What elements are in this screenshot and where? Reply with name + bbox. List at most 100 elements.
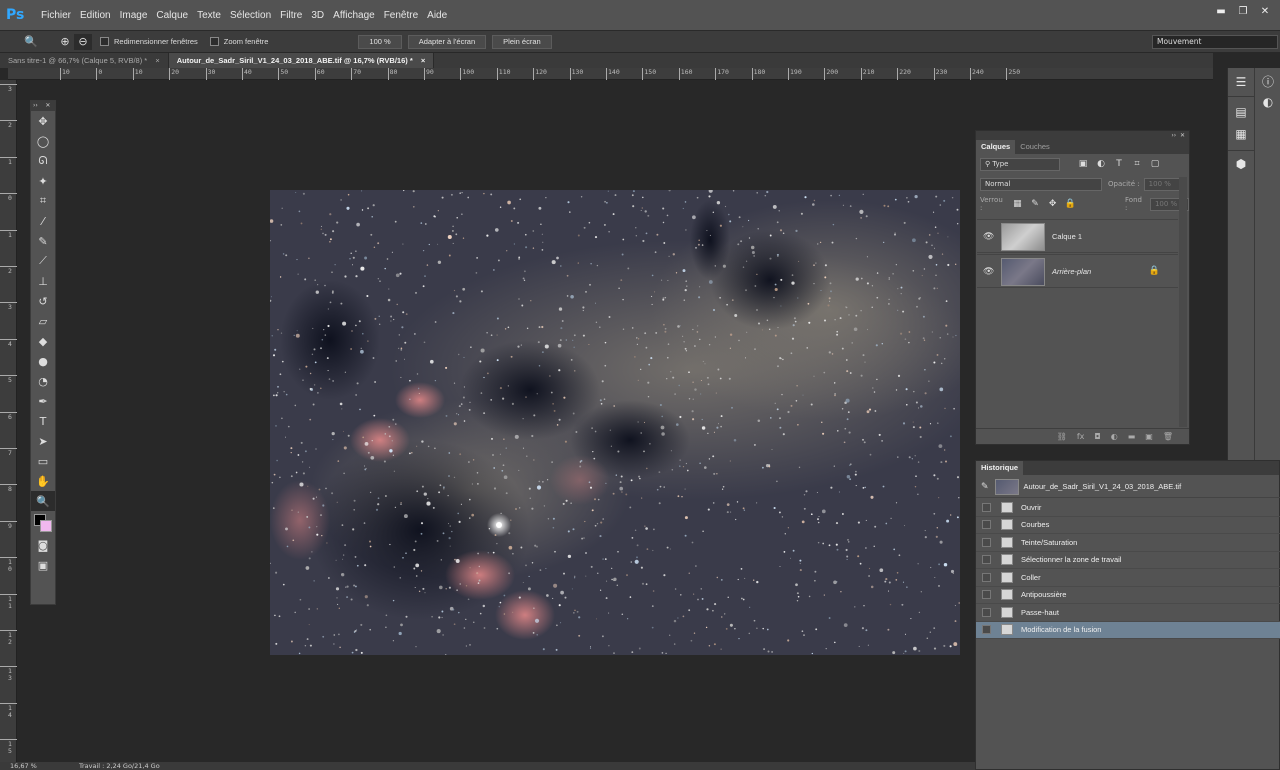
zoom-windows-checkbox[interactable] <box>209 37 219 46</box>
fit-screen-button[interactable]: Adapter à l'écran <box>407 34 487 49</box>
path-select-icon[interactable]: ➤ <box>31 431 55 451</box>
opacity-input[interactable]: 100 % <box>1143 177 1184 191</box>
full-screen-button[interactable]: Plein écran <box>492 34 552 49</box>
menu-affichage[interactable]: Affichage <box>333 10 375 21</box>
history-checkbox[interactable] <box>982 625 991 635</box>
tab-couches[interactable]: Couches <box>1015 140 1055 154</box>
tab-calques[interactable]: Calques <box>976 140 1016 154</box>
menu-fenetre[interactable]: Fenêtre <box>384 10 418 21</box>
history-checkbox[interactable] <box>982 555 991 565</box>
properties-icon[interactable]: ☰ <box>1231 72 1251 92</box>
zoom-tool-preset-icon[interactable]: 🔍 <box>22 34 40 50</box>
move-icon[interactable]: ✥ <box>31 111 55 131</box>
stamp-icon[interactable]: ⊥ <box>31 271 55 291</box>
history-step-antipoussiere[interactable]: Antipoussière <box>976 587 1280 604</box>
history-step-teinte[interactable]: Teinte/Saturation <box>976 534 1280 552</box>
info-icon[interactable]: ⓘ <box>1258 72 1278 92</box>
tab-sans-titre[interactable]: Sans titre-1 @ 66,7% (Calque 5, RVB/8) *… <box>0 53 169 68</box>
crop-icon[interactable]: ⌗ <box>31 191 55 211</box>
tab-close-icon[interactable]: × <box>155 56 159 65</box>
blend-mode-select[interactable]: Normal <box>980 177 1102 191</box>
menu-edition[interactable]: Edition <box>80 10 111 21</box>
history-checkbox[interactable] <box>982 537 991 547</box>
zoom-in-icon[interactable]: ⊕ <box>56 34 74 50</box>
history-step-courbes[interactable]: Courbes <box>976 517 1280 534</box>
menu-texte[interactable]: Texte <box>197 10 221 21</box>
zoom-100-button[interactable]: 100 % <box>358 34 402 49</box>
lock-transparent-icon[interactable]: ▦ <box>1011 198 1025 210</box>
resize-windows-checkbox[interactable] <box>100 37 109 46</box>
visibility-eye-icon[interactable]: 👁 <box>983 232 994 242</box>
menu-calque[interactable]: Calque <box>156 10 188 21</box>
status-info[interactable]: Travail : 2,24 Go/21,4 Go <box>79 762 160 770</box>
history-snapshot[interactable]: ✎ Autour_de_Sadr_Siril_V1_24_03_2018_ABE… <box>976 476 1280 498</box>
quick-mask-icon[interactable]: ◙ <box>31 535 55 555</box>
add-mask-icon[interactable]: ◘ <box>1094 432 1100 441</box>
visibility-eye-icon[interactable]: 👁 <box>983 267 994 277</box>
bucket-icon[interactable]: ◆ <box>31 331 55 351</box>
layers-scrollbar[interactable] <box>1179 177 1187 427</box>
toolbox-header[interactable]: ›› ✕ <box>31 101 55 111</box>
pixel-filter-icon[interactable]: ▣ <box>1076 158 1090 170</box>
history-step-selectionner[interactable]: Sélectionner la zone de travail <box>976 552 1280 569</box>
shape-icon[interactable]: ▭ <box>31 451 55 471</box>
history-checkbox[interactable] <box>982 520 991 530</box>
menu-filtre[interactable]: Filtre <box>280 10 302 21</box>
close-button[interactable]: ✕ <box>1256 6 1274 20</box>
new-group-icon[interactable]: ▬ <box>1128 432 1136 441</box>
shape-filter-icon[interactable]: ⌗ <box>1130 158 1144 170</box>
history-step-ouvrir[interactable]: Ouvrir <box>976 499 1280 517</box>
tab-historique[interactable]: Historique <box>976 461 1024 475</box>
magic-wand-icon[interactable]: ✦ <box>31 171 55 191</box>
history-checkbox[interactable] <box>982 607 991 617</box>
marquee-icon[interactable]: ◯ <box>31 131 55 151</box>
hand-icon[interactable]: ✋ <box>31 471 55 491</box>
link-layers-icon[interactable]: ⛓ <box>1057 432 1067 441</box>
adjustments-icon[interactable]: ◐ <box>1258 92 1278 112</box>
layer-row-calque-1[interactable]: 👁 Calque 1 <box>977 219 1178 253</box>
healing-icon[interactable]: ✎ <box>31 231 55 251</box>
history-checkbox[interactable] <box>982 590 991 600</box>
lock-all-icon[interactable]: 🔒 <box>1063 198 1077 210</box>
history-step-passe-haut[interactable]: Passe-haut <box>976 604 1280 622</box>
history-brush-icon[interactable]: ↺ <box>31 291 55 311</box>
lock-position-icon[interactable]: ✥ <box>1046 198 1060 210</box>
status-zoom[interactable]: 16,67 % <box>10 762 37 770</box>
layer-filter-select[interactable]: ⚲ Type <box>980 157 1060 171</box>
menu-selection[interactable]: Sélection <box>230 10 271 21</box>
history-step-modification-fusion[interactable]: Modification de la fusion <box>976 621 1280 639</box>
menu-3d[interactable]: 3D <box>311 10 324 21</box>
delete-layer-icon[interactable]: 🗑 <box>1163 432 1173 441</box>
restore-button[interactable]: ❐ <box>1234 6 1252 20</box>
history-checkbox[interactable] <box>982 572 991 582</box>
zoom-windows-option[interactable]: Zoom fenêtre <box>209 37 268 46</box>
notes-icon[interactable]: ▦ <box>1231 124 1251 144</box>
history-checkbox[interactable] <box>982 502 991 512</box>
type-filter-icon[interactable]: T <box>1112 158 1126 170</box>
layers-panel-header[interactable]: ›› ✕ <box>976 131 1189 140</box>
blur-icon[interactable]: ● <box>31 351 55 371</box>
document-image[interactable] <box>270 190 960 655</box>
eraser-icon[interactable]: ▱ <box>31 311 55 331</box>
color-swatches[interactable] <box>31 511 55 535</box>
layer-comps-icon[interactable]: ▤ <box>1231 102 1251 122</box>
pen-icon[interactable]: ✒ <box>31 391 55 411</box>
zoom-icon[interactable]: 🔍 <box>31 491 55 511</box>
menu-aide[interactable]: Aide <box>427 10 447 21</box>
tab-sadr-document[interactable]: Autour_de_Sadr_Siril_V1_24_03_2018_ABE.t… <box>168 53 435 68</box>
screen-mode-icon[interactable]: ▣ <box>31 555 55 575</box>
workspace-select[interactable]: Mouvement <box>1152 35 1278 49</box>
adjustment-filter-icon[interactable]: ◐ <box>1094 158 1108 170</box>
layer-row-arriere-plan[interactable]: 👁 Arrière-plan 🔒 <box>977 254 1178 288</box>
snapshot-brush-icon[interactable]: ✎ <box>981 482 989 492</box>
eyedropper-icon[interactable]: ⁄ <box>31 211 55 231</box>
dodge-icon[interactable]: ◔ <box>31 371 55 391</box>
menu-image[interactable]: Image <box>120 10 148 21</box>
new-layer-icon[interactable]: ▣ <box>1145 432 1153 441</box>
zoom-out-icon[interactable]: ⊖ <box>74 33 92 50</box>
history-step-coller[interactable]: Coller <box>976 569 1280 587</box>
resize-windows-option[interactable]: Redimensionner fenêtres <box>100 37 198 46</box>
adjustment-layer-icon[interactable]: ◐ <box>1111 432 1118 441</box>
layer-style-icon[interactable]: fx <box>1077 432 1085 441</box>
minimize-button[interactable]: ▬ <box>1212 6 1230 20</box>
